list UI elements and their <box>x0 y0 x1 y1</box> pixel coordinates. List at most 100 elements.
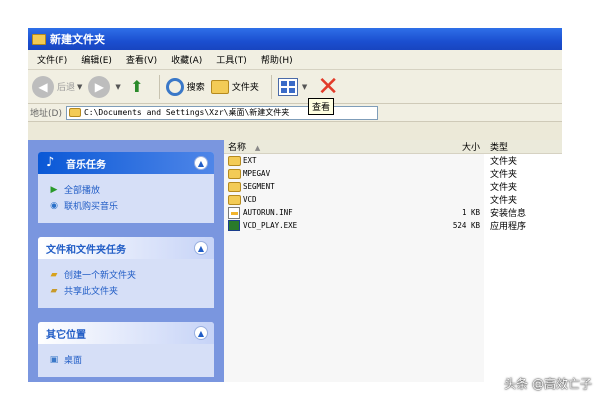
collapse-icon[interactable]: ▲ <box>194 326 208 340</box>
file-type: 文件夹 <box>490 157 518 167</box>
back-arrow-icon: ◀ <box>32 75 54 98</box>
file-size: 1 KB <box>461 208 480 217</box>
file-list-header: 名称 ▲ 大小 类型 <box>224 140 562 154</box>
file-type: 文件夹 <box>490 170 518 180</box>
task-desktop[interactable]: ▣ 桌面 <box>48 353 206 367</box>
file-size: 524 KB <box>452 221 480 230</box>
toolbar-separator <box>270 74 272 99</box>
file-row[interactable]: SEGMENT 文件夹 <box>224 180 562 193</box>
content-area: ♪ 音乐任务 ▲ ▶ 全部播放 ◉ 联机购买音乐 文件和文件夹任务 ▲ ▰ 创建… <box>28 140 562 382</box>
new-folder-icon: ▰ <box>50 269 58 280</box>
menu-edit[interactable]: 编辑(E) <box>74 53 119 66</box>
title-bar[interactable]: 新建文件夹 <box>28 28 562 50</box>
folders-label: 文件夹 <box>231 83 259 93</box>
file-name-label: MPEGAV <box>243 169 271 178</box>
folders-button[interactable]: 文件夹 <box>210 79 259 94</box>
music-tasks-panel: ♪ 音乐任务 ▲ ▶ 全部播放 ◉ 联机购买音乐 <box>38 152 214 223</box>
column-name-label: 名称 <box>228 143 247 153</box>
address-value: C:\Documents and Settings\Xzr\桌面\新建文件夹 <box>83 108 290 117</box>
task-play-all[interactable]: ▶ 全部播放 <box>48 183 206 197</box>
file-name-label: SEGMENT <box>243 182 275 191</box>
music-note-icon: ♪ <box>46 155 55 170</box>
folder-icon <box>68 108 81 117</box>
menu-tools[interactable]: 工具(T) <box>209 53 254 66</box>
file-name-label: AUTORUN.INF <box>243 208 293 217</box>
back-label: 后退 <box>57 83 76 93</box>
forward-button[interactable]: ▶ ▼ <box>88 75 121 98</box>
file-row[interactable]: EXT 文件夹 <box>224 154 562 167</box>
file-type: 安装信息 <box>490 209 527 219</box>
file-name: MPEGAV <box>224 168 414 179</box>
chevron-down-icon: ▼ <box>77 82 83 91</box>
folder-up-icon: ⬆ <box>130 77 144 96</box>
play-icon: ▶ <box>50 184 58 195</box>
file-list-pane: 名称 ▲ 大小 类型 EXT 文件夹 MPEGAV 文件夹 SEGMENT 文件夹 VCD 文… <box>224 140 562 382</box>
file-name: SEGMENT <box>224 181 414 192</box>
file-rows: EXT 文件夹 MPEGAV 文件夹 SEGMENT 文件夹 VCD 文件夹 AUTORUN.I… <box>224 154 562 232</box>
file-row[interactable]: AUTORUN.INF 1 KB 安装信息 <box>224 206 562 219</box>
file-name: EXT <box>224 155 414 166</box>
file-row[interactable]: MPEGAV 文件夹 <box>224 167 562 180</box>
menu-file[interactable]: 文件(F) <box>30 53 74 66</box>
task-label: 桌面 <box>64 356 83 366</box>
collapse-icon[interactable]: ▲ <box>194 241 208 255</box>
globe-icon: ◉ <box>50 200 58 211</box>
menu-view[interactable]: 查看(V) <box>119 53 164 66</box>
views-button[interactable]: ▼ <box>277 77 307 96</box>
task-label: 共享此文件夹 <box>64 287 119 297</box>
back-button[interactable]: ◀ 后退 ▼ <box>32 75 83 98</box>
file-name: AUTORUN.INF <box>224 206 414 219</box>
views-icon <box>277 77 298 96</box>
search-button[interactable]: 搜索 <box>165 77 205 96</box>
folder-icon <box>228 168 241 179</box>
desktop-icon: ▣ <box>49 354 59 365</box>
column-type[interactable]: 类型 <box>484 140 508 153</box>
setup-info-icon <box>228 206 240 219</box>
menu-favorites[interactable]: 收藏(A) <box>164 53 209 66</box>
music-tasks-title: 音乐任务 <box>66 159 106 171</box>
address-label: 地址(D) <box>30 109 62 119</box>
file-row[interactable]: VCD_PLAY.EXE 524 KB 应用程序 <box>224 219 562 232</box>
file-name: VCD <box>224 194 414 205</box>
menu-bar: 文件(F) 编辑(E) 查看(V) 收藏(A) 工具(T) 帮助(H) <box>28 50 562 70</box>
other-places-header[interactable]: 其它位置 ▲ <box>38 322 214 344</box>
views-tooltip: 查看 <box>308 98 335 115</box>
forward-arrow-icon: ▶ <box>88 75 111 98</box>
column-size[interactable]: 大小 <box>414 140 484 153</box>
music-tasks-header[interactable]: ♪ 音乐任务 ▲ <box>38 152 214 174</box>
task-buy-music[interactable]: ◉ 联机购买音乐 <box>48 199 206 213</box>
file-tasks-title: 文件和文件夹任务 <box>46 244 126 256</box>
task-pane: ♪ 音乐任务 ▲ ▶ 全部播放 ◉ 联机购买音乐 文件和文件夹任务 ▲ ▰ 创建… <box>28 140 224 382</box>
up-button[interactable]: ⬆ <box>127 77 147 97</box>
task-new-folder[interactable]: ▰ 创建一个新文件夹 <box>48 268 206 282</box>
file-type: 文件夹 <box>490 183 518 193</box>
delete-x-icon: ✕ <box>317 71 340 102</box>
file-name-label: EXT <box>243 156 257 165</box>
file-row[interactable]: VCD 文件夹 <box>224 193 562 206</box>
menu-help[interactable]: 帮助(H) <box>254 53 300 66</box>
column-name[interactable]: 名称 ▲ <box>224 140 414 153</box>
collapse-icon[interactable]: ▲ <box>194 156 208 170</box>
application-icon <box>228 220 240 231</box>
file-tasks-header[interactable]: 文件和文件夹任务 ▲ <box>38 237 214 259</box>
task-share-folder[interactable]: ▰ 共享此文件夹 <box>48 284 206 298</box>
search-label: 搜索 <box>186 83 205 93</box>
file-name-label: VCD_PLAY.EXE <box>243 221 298 230</box>
other-places-title: 其它位置 <box>46 329 86 341</box>
file-type: 应用程序 <box>490 222 527 232</box>
search-icon <box>165 77 184 96</box>
folder-icon <box>32 33 46 45</box>
file-name: VCD_PLAY.EXE <box>224 220 414 231</box>
window-title: 新建文件夹 <box>50 33 105 46</box>
toolbar-separator <box>158 74 160 99</box>
share-folder-icon: ▰ <box>50 285 58 296</box>
task-label: 全部播放 <box>64 186 101 196</box>
folder-icon <box>210 79 229 94</box>
delete-button[interactable]: ✕ <box>313 74 339 100</box>
file-tasks-panel: 文件和文件夹任务 ▲ ▰ 创建一个新文件夹 ▰ 共享此文件夹 <box>38 237 214 308</box>
address-bar: 地址(D) C:\Documents and Settings\Xzr\桌面\新… <box>28 104 562 122</box>
task-label: 联机购买音乐 <box>64 202 119 212</box>
explorer-window: 新建文件夹 文件(F) 编辑(E) 查看(V) 收藏(A) 工具(T) 帮助(H… <box>28 28 562 382</box>
chevron-down-icon: ▼ <box>115 82 121 91</box>
other-places-panel: 其它位置 ▲ ▣ 桌面 <box>38 322 214 377</box>
